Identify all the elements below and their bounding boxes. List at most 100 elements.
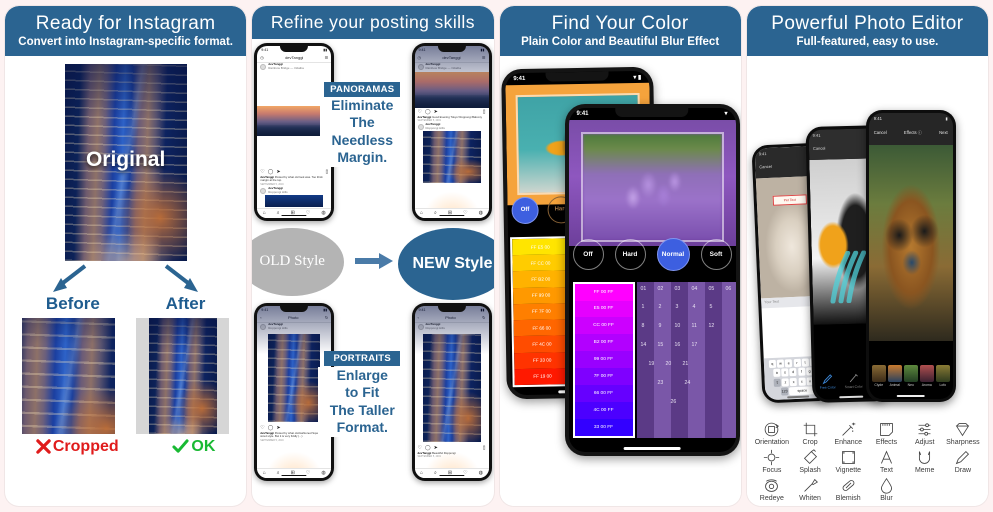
tool-blemish[interactable]: Blemish (829, 477, 867, 502)
avatar (260, 187, 267, 194)
draw-icon (956, 450, 970, 465)
adjust-icon (918, 423, 931, 436)
panel1-subtitle: Convert into Instagram-specific format. (18, 36, 233, 49)
cancel-button[interactable]: Cancel (813, 145, 826, 150)
before-after-labels: Before After (5, 294, 246, 314)
tool-enhance[interactable]: Enhance (829, 421, 867, 446)
cross-mark-icon (36, 439, 51, 454)
sharpness-icon (956, 423, 970, 437)
tab-home[interactable]: ⌂ (420, 470, 423, 476)
tool-meme[interactable]: Meme (906, 449, 944, 474)
tool-sharpness[interactable]: Sharpness (944, 421, 982, 446)
tab-home[interactable]: ⌂ (420, 210, 423, 216)
panel-find-your-color: Find Your Color Plain Color and Beautifu… (499, 6, 741, 506)
old-style-badge: OLD Style (252, 227, 345, 296)
tab-home[interactable]: ⌂ (263, 210, 266, 216)
tool-crop[interactable]: Crop (791, 421, 829, 446)
blur-mode-soft[interactable]: Soft (700, 239, 732, 271)
tab-profile[interactable]: ◍ (479, 210, 483, 216)
magic-wand-icon (849, 373, 858, 382)
pencil-icon (822, 373, 832, 384)
blur-icon (880, 477, 892, 494)
color-grid-magenta[interactable]: 01 02 03 04 05 06 1 2 3 4 5 8 9 10 11 12… (636, 281, 736, 438)
blur-mode-off[interactable]: Off (572, 239, 604, 271)
panel4-header: Powerful Photo Editor Full-featured, eas… (746, 6, 988, 56)
effect-thumb[interactable]: Clyde (871, 364, 886, 387)
effect-thumb[interactable]: Lofo (935, 364, 950, 387)
tab-search[interactable]: ⌕ (434, 210, 437, 216)
panel2-title: Refine your posting skills (270, 12, 475, 32)
phone-new-portrait: 9:41▮▮ ‹ Photo ↻ devTanggiRoppongi Hills… (411, 302, 492, 481)
swatch-list-magenta[interactable]: FF 00 FF E5 00 FF CC 00 FF B2 00 FF 99 0… (572, 281, 635, 438)
check-mark-icon (172, 439, 189, 453)
next-button[interactable]: Next (939, 130, 948, 136)
status-time: 9:41 (261, 47, 269, 52)
effect-thumb[interactable]: Aroma (919, 364, 934, 387)
before-label: Before (45, 293, 100, 313)
tool-orientation[interactable]: Orientation (753, 421, 791, 446)
blemish-icon (842, 480, 855, 491)
text-overlay[interactable]: Pet Text (772, 193, 807, 206)
numeric-key[interactable]: 123 (780, 387, 789, 396)
tool-whiten[interactable]: Whiten (791, 477, 829, 502)
tab-search[interactable]: ⌕ (277, 470, 280, 476)
tool-effects[interactable]: Effects (867, 421, 905, 446)
tool-adjust[interactable]: Adjust (906, 421, 944, 446)
tool-draw[interactable]: Draw (944, 449, 982, 474)
lavender-photo (580, 131, 724, 242)
home-indicator (438, 214, 465, 217)
post-caption: devTanggi Posted by what old look was. T… (260, 174, 323, 183)
effect-thumb[interactable]: Neo (903, 364, 918, 387)
arrow-pair (5, 264, 246, 294)
tool-focus[interactable]: Focus (753, 449, 791, 474)
tool-vignette[interactable]: Vignette (829, 449, 867, 474)
panoramas-tag: PANORAMAS (324, 81, 401, 97)
effects-thumbnail-row: Clyde Animal Neo Aroma Lofo (869, 364, 953, 387)
wifi-battery-icons: ▾ ▮ (632, 74, 641, 81)
panoramas-text: Eliminate The Needless Margin. (320, 96, 405, 168)
verdict-row: Cropped OK (5, 438, 246, 456)
cancel-button[interactable]: Cancel (759, 163, 772, 169)
panel3-header: Find Your Color Plain Color and Beautifu… (499, 6, 741, 56)
phone-effects-tool: 9:41 ▮ Cancel Effects ⓘ Next Clyde Animal… (865, 109, 956, 402)
blur-mode-hard[interactable]: Hard (614, 239, 646, 271)
tab-profile[interactable]: ◍ (479, 470, 483, 476)
before-thumbnail (21, 317, 115, 434)
blur-mode-normal[interactable]: Normal (656, 238, 690, 272)
tab-search[interactable]: ⌕ (277, 210, 280, 216)
tool-splash[interactable]: Splash (791, 449, 829, 474)
post2-header: devTanggiRoppongi Hills (257, 186, 331, 195)
tool-text[interactable]: Text (867, 449, 905, 474)
building-photo-new-portrait (422, 333, 481, 442)
tab-bar: ⌂ ⌕ ⊞ ♡ ◍ (414, 467, 489, 478)
phone-new-panorama: 9:41▮▮ ◷ devTanggi ☰ devTanggiRainbow Br… (411, 42, 492, 221)
vignette-icon (841, 451, 855, 464)
status-time: 9:41 (758, 150, 767, 157)
tool-redeye[interactable]: Redeye (753, 477, 791, 502)
tab-search[interactable]: ⌕ (434, 470, 437, 476)
text-icon (880, 450, 892, 464)
blur-mode-off[interactable]: Off (510, 195, 539, 224)
tab-profile[interactable]: ◍ (321, 470, 325, 476)
tab-profile[interactable]: ◍ (321, 210, 325, 216)
swatch-list-orange[interactable]: FF E5 00 FF CC 00 FF B2 00 FF 99 00 FF 7… (509, 235, 573, 387)
space-key[interactable]: space (788, 386, 816, 396)
arrow-left-icon (53, 264, 87, 292)
before-after-thumbnails (5, 317, 246, 434)
after-thumbnail (136, 317, 230, 434)
cancel-button[interactable]: Cancel (874, 130, 887, 136)
tab-free-color[interactable]: Free Color (819, 373, 836, 389)
tab-home[interactable]: ⌂ (263, 470, 266, 476)
bookmark-icon[interactable]: ▯ (325, 169, 328, 175)
effect-thumb[interactable]: Animal (887, 364, 902, 387)
panel-powerful-photo-editor: Powerful Photo Editor Full-featured, eas… (746, 6, 988, 506)
tool-blur[interactable]: Blur (867, 477, 905, 502)
status-time: 9:41 (512, 75, 525, 82)
panorama-photo-partial (265, 195, 324, 208)
before-verdict-label: Cropped (52, 437, 119, 455)
shift-key[interactable]: ⇧ (773, 378, 781, 387)
tab-bar: ⌂ ⌕ ⊞ ♡ ◍ (257, 207, 332, 218)
panel-ready-for-instagram: Ready for Instagram Convert into Instagr… (5, 6, 247, 506)
tab-smart-color[interactable]: Smart Color (844, 372, 863, 389)
whiten-icon (803, 478, 818, 492)
